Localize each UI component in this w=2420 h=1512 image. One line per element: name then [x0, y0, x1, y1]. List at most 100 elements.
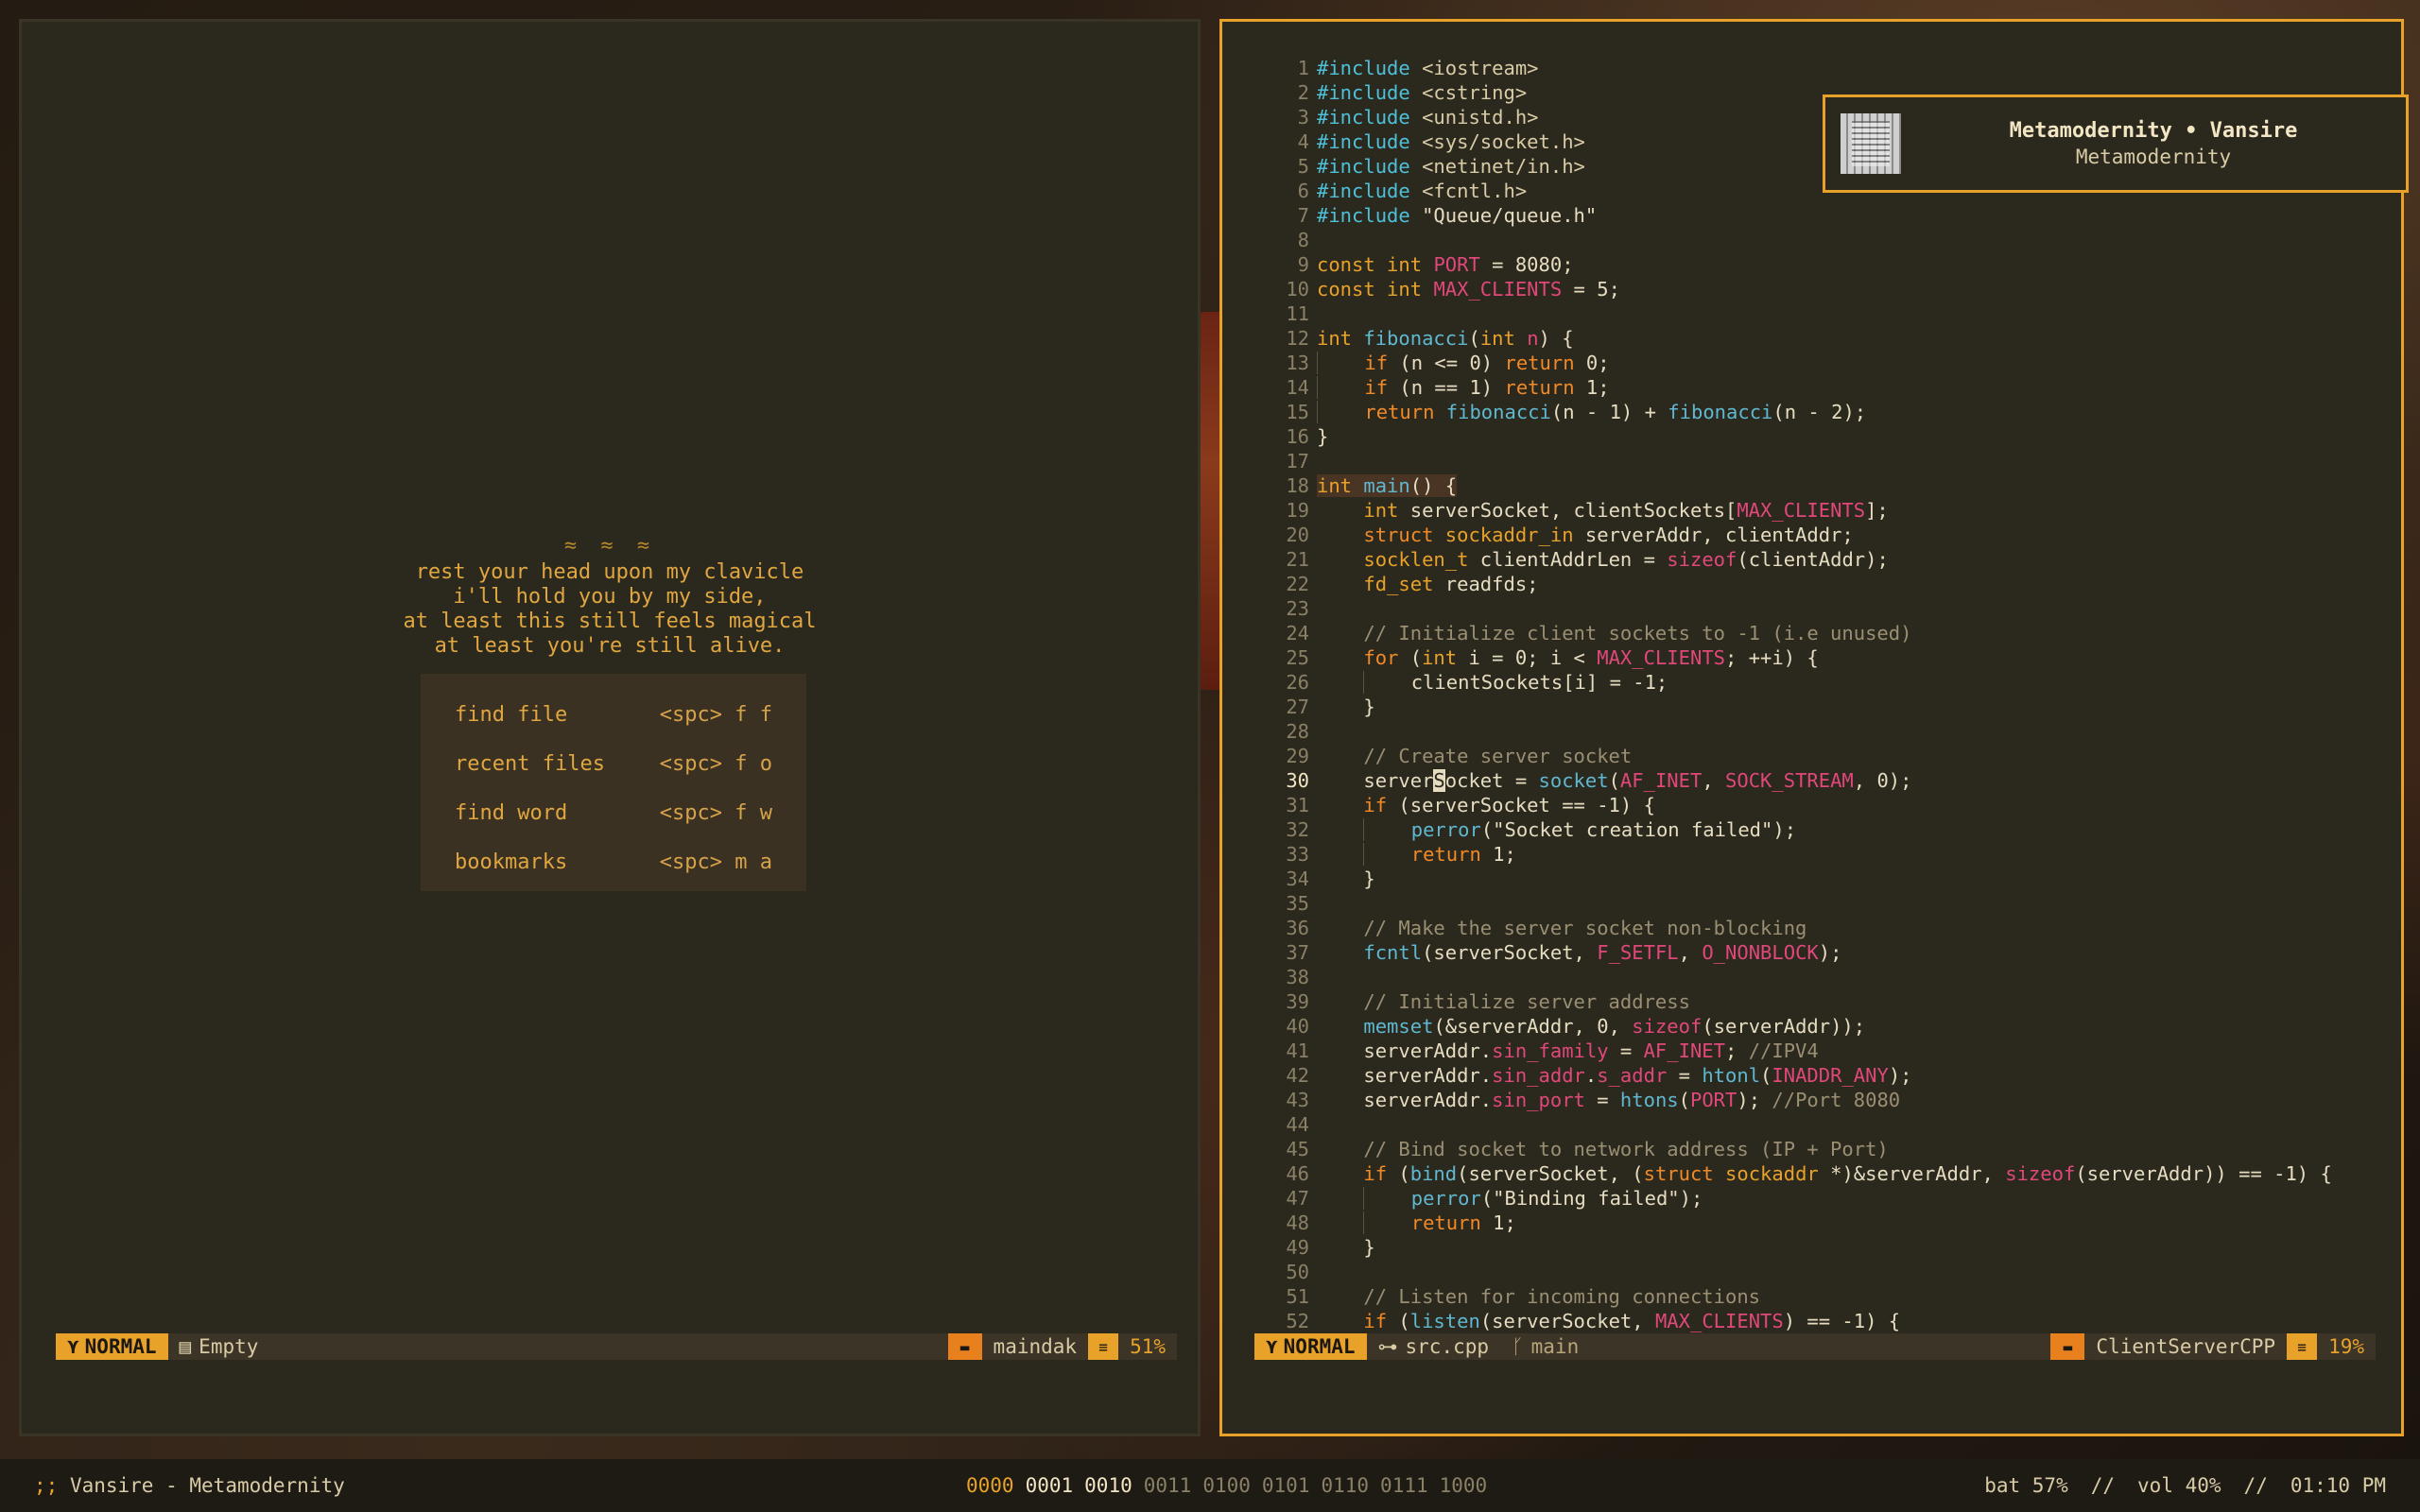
line-text[interactable]: serverAddr.sin_family = AF_INET; //IPV4 — [1317, 1039, 2401, 1063]
menu-item-find-file[interactable]: find file <spc> f f — [455, 691, 772, 740]
workspace-item[interactable]: 1000 — [1440, 1474, 1488, 1497]
line-text[interactable]: #include <iostream> — [1317, 56, 2401, 80]
code-line[interactable]: 43 serverAddr.sin_port = htons(PORT); //… — [1222, 1088, 2401, 1112]
code-line[interactable]: 13 if (n <= 0) return 0; — [1222, 351, 2401, 375]
code-line[interactable]: 41 serverAddr.sin_family = AF_INET; //IP… — [1222, 1039, 2401, 1063]
line-text[interactable]: memset(&serverAddr, 0, sizeof(serverAddr… — [1317, 1014, 2401, 1039]
code-line[interactable]: 17 — [1222, 449, 2401, 473]
code-line[interactable]: 52 if (listen(serverSocket, MAX_CLIENTS)… — [1222, 1309, 2401, 1333]
line-text[interactable]: serverAddr.sin_port = htons(PORT); //Por… — [1317, 1088, 2401, 1112]
code-line[interactable]: 38 — [1222, 965, 2401, 989]
code-line[interactable]: 47 perror("Binding failed"); — [1222, 1186, 2401, 1211]
workspace-item[interactable]: 0001 — [1026, 1474, 1074, 1497]
line-text[interactable]: serverSocket = socket(AF_INET, SOCK_STRE… — [1317, 768, 2401, 793]
line-text[interactable]: return 1; — [1317, 1211, 2401, 1235]
workspace-item[interactable]: 0101 — [1262, 1474, 1310, 1497]
code-line[interactable]: 10 const int MAX_CLIENTS = 5; — [1222, 277, 2401, 301]
code-line[interactable]: 20 struct sockaddr_in serverAddr, client… — [1222, 523, 2401, 547]
workspace-item[interactable]: 0111 — [1380, 1474, 1428, 1497]
line-text[interactable] — [1317, 719, 2401, 744]
line-text[interactable]: if (n == 1) return 1; — [1317, 375, 2401, 400]
code-line[interactable]: 48 return 1; — [1222, 1211, 2401, 1235]
code-line[interactable]: 19 int serverSocket, clientSockets[MAX_C… — [1222, 498, 2401, 523]
line-text[interactable]: const int MAX_CLIENTS = 5; — [1317, 277, 2401, 301]
code-line[interactable]: 1 #include <iostream> — [1222, 56, 2401, 80]
line-text[interactable]: for (int i = 0; i < MAX_CLIENTS; ++i) { — [1317, 645, 2401, 670]
line-text[interactable]: #include "Queue/queue.h" — [1317, 203, 2401, 228]
code-line[interactable]: 31 if (serverSocket == -1) { — [1222, 793, 2401, 817]
code-line[interactable]: 39 // Initialize server address — [1222, 989, 2401, 1014]
code-line[interactable]: 33 return 1; — [1222, 842, 2401, 867]
line-text[interactable] — [1317, 449, 2401, 473]
code-line[interactable]: 32 perror("Socket creation failed"); — [1222, 817, 2401, 842]
left-editor-window[interactable]: ≈ ≈ ≈ rest your head upon my clavicle i'… — [19, 19, 1201, 1436]
code-line[interactable]: 11 — [1222, 301, 2401, 326]
line-text[interactable]: // Initialize client sockets to -1 (i.e … — [1317, 621, 2401, 645]
workspace-item[interactable]: 0110 — [1321, 1474, 1369, 1497]
code-line[interactable]: 12 int fibonacci(int n) { — [1222, 326, 2401, 351]
line-text[interactable]: fd_set readfds; — [1317, 572, 2401, 596]
workspace-item[interactable]: 0010 — [1084, 1474, 1132, 1497]
line-text[interactable]: if (bind(serverSocket, (struct sockaddr … — [1317, 1161, 2401, 1186]
line-text[interactable]: struct sockaddr_in serverAddr, clientAdd… — [1317, 523, 2401, 547]
code-line[interactable]: 42 serverAddr.sin_addr.s_addr = htonl(IN… — [1222, 1063, 2401, 1088]
line-text[interactable] — [1317, 301, 2401, 326]
code-line[interactable]: 35 — [1222, 891, 2401, 916]
code-line[interactable]: 28 — [1222, 719, 2401, 744]
line-text[interactable]: int main() { — [1317, 473, 2401, 498]
code-line[interactable]: 14 if (n == 1) return 1; — [1222, 375, 2401, 400]
menu-item-find-word[interactable]: find word <spc> f w — [455, 789, 772, 838]
code-line[interactable]: 49 } — [1222, 1235, 2401, 1260]
code-line[interactable]: 7 #include "Queue/queue.h" — [1222, 203, 2401, 228]
line-text[interactable] — [1317, 596, 2401, 621]
code-line[interactable]: 9 const int PORT = 8080; — [1222, 252, 2401, 277]
volume-status[interactable]: vol 40% — [2137, 1474, 2221, 1497]
line-text[interactable] — [1317, 228, 2401, 252]
workspace-item[interactable]: 0011 — [1144, 1474, 1192, 1497]
line-text[interactable]: if (n <= 0) return 0; — [1317, 351, 2401, 375]
line-text[interactable]: socklen_t clientAddrLen = sizeof(clientA… — [1317, 547, 2401, 572]
code-line[interactable]: 27 } — [1222, 695, 2401, 719]
code-line[interactable]: 40 memset(&serverAddr, 0, sizeof(serverA… — [1222, 1014, 2401, 1039]
code-line[interactable]: 36 // Make the server socket non-blockin… — [1222, 916, 2401, 940]
code-line[interactable]: 44 — [1222, 1112, 2401, 1137]
line-text[interactable]: perror("Socket creation failed"); — [1317, 817, 2401, 842]
code-line[interactable]: 18 int main() { — [1222, 473, 2401, 498]
menu-item-bookmarks[interactable]: bookmarks <spc> m a — [455, 838, 772, 887]
code-line[interactable]: 23 — [1222, 596, 2401, 621]
code-line[interactable]: 37 fcntl(serverSocket, F_SETFL, O_NONBLO… — [1222, 940, 2401, 965]
line-text[interactable]: int fibonacci(int n) { — [1317, 326, 2401, 351]
line-text[interactable]: } — [1317, 1235, 2401, 1260]
menu-item-recent-files[interactable]: recent files <spc> f o — [455, 740, 772, 789]
line-text[interactable] — [1317, 891, 2401, 916]
line-text[interactable]: serverAddr.sin_addr.s_addr = htonl(INADD… — [1317, 1063, 2401, 1088]
line-text[interactable] — [1317, 1112, 2401, 1137]
line-text[interactable]: int serverSocket, clientSockets[MAX_CLIE… — [1317, 498, 2401, 523]
line-text[interactable]: // Make the server socket non-blocking — [1317, 916, 2401, 940]
code-line[interactable]: 46 if (bind(serverSocket, (struct sockad… — [1222, 1161, 2401, 1186]
right-editor-window[interactable]: 1 #include <iostream> 2 #include <cstring>… — [1219, 19, 2404, 1436]
line-text[interactable]: if (serverSocket == -1) { — [1317, 793, 2401, 817]
media-notification[interactable]: Metamodernity • Vansire Metamodernity — [1823, 94, 2409, 193]
line-text[interactable]: // Bind socket to network address (IP + … — [1317, 1137, 2401, 1161]
line-text[interactable]: // Initialize server address — [1317, 989, 2401, 1014]
line-text[interactable]: clientSockets[i] = -1; — [1317, 670, 2401, 695]
code-line[interactable]: 25 for (int i = 0; i < MAX_CLIENTS; ++i)… — [1222, 645, 2401, 670]
line-text[interactable] — [1317, 965, 2401, 989]
line-text[interactable]: return fibonacci(n - 1) + fibonacci(n - … — [1317, 400, 2401, 424]
line-text[interactable]: fcntl(serverSocket, F_SETFL, O_NONBLOCK)… — [1317, 940, 2401, 965]
line-text[interactable]: // Listen for incoming connections — [1317, 1284, 2401, 1309]
code-line[interactable]: 29 // Create server socket — [1222, 744, 2401, 768]
code-line[interactable]: 50 — [1222, 1260, 2401, 1284]
line-text[interactable]: // Create server socket — [1317, 744, 2401, 768]
workspace-item[interactable]: 0100 — [1202, 1474, 1251, 1497]
workspace-item[interactable]: 0000 — [966, 1474, 1014, 1497]
code-line[interactable]: 45 // Bind socket to network address (IP… — [1222, 1137, 2401, 1161]
line-text[interactable]: return 1; — [1317, 842, 2401, 867]
code-line[interactable]: 51 // Listen for incoming connections — [1222, 1284, 2401, 1309]
line-text[interactable]: perror("Binding failed"); — [1317, 1186, 2401, 1211]
code-line[interactable]: 21 socklen_t clientAddrLen = sizeof(clie… — [1222, 547, 2401, 572]
code-line-current[interactable]: 30 serverSocket = socket(AF_INET, SOCK_S… — [1222, 768, 2401, 793]
code-line[interactable]: 34 } — [1222, 867, 2401, 891]
line-text[interactable]: } — [1317, 424, 2401, 449]
